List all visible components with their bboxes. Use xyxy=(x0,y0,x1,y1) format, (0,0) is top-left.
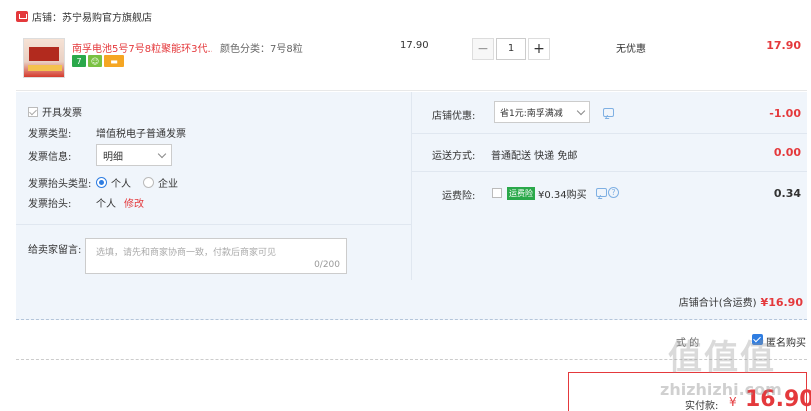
store-coupon-amount: -1.00 xyxy=(769,107,801,120)
store-name[interactable]: 店铺：苏宁易购官方旗舰店 xyxy=(32,9,152,24)
product-badges: 7 ☺ ▬ xyxy=(72,55,124,67)
chat-icon[interactable] xyxy=(596,188,607,197)
shipping-insurance-price: ¥0.34购买 xyxy=(538,190,587,201)
store-coupon-selected: 省1元:南孚满减 xyxy=(500,108,563,119)
radio-personal-label: 个人 xyxy=(111,179,131,190)
store-total-label: 店铺合计(含运费) xyxy=(678,298,757,309)
order-summary-section: 店铺优惠: 省1元:南孚满减 -1.00 运送方式: 普通配送 快递 免邮 0.… xyxy=(412,92,807,280)
invoice-type-value: 增值税电子普通发票 xyxy=(96,129,186,140)
unit-price: 17.90 xyxy=(400,40,429,51)
invoice-checkbox-label: 开具发票 xyxy=(42,108,82,119)
card-payment-badge: ▬ xyxy=(104,55,124,67)
store-coupon-row: 店铺优惠: 省1元:南孚满减 -1.00 xyxy=(412,92,807,134)
shipping-insurance-label: 运费险: xyxy=(442,191,476,202)
radio-company[interactable] xyxy=(143,177,154,188)
product-thumbnail[interactable] xyxy=(23,38,65,78)
invoice-toggle[interactable]: 开具发票 xyxy=(28,104,82,119)
checkout-footer: 式 的 匿名购买 实付款: ¥ 16.90 xyxy=(16,322,811,411)
footer-option-text: 式 的 xyxy=(676,338,700,349)
store-coupon-select[interactable]: 省1元:南孚满减 xyxy=(494,101,590,123)
payment-label: 实付款: xyxy=(685,401,719,411)
footer-divider xyxy=(16,359,807,360)
invoice-header-label: 发票抬头: xyxy=(28,199,72,210)
invoice-type-row: 发票类型: 增值税电子普通发票 xyxy=(28,125,186,140)
invoice-info-label: 发票信息: xyxy=(28,151,72,163)
seller-message-placeholder: 选填，请先和商家协商一致，付款后商家可见 xyxy=(96,248,277,258)
quantity-increase-button[interactable]: + xyxy=(528,38,550,60)
store-total: 店铺合计(含运费) ¥16.90 xyxy=(679,294,803,309)
shipping-amount: 0.00 xyxy=(773,146,801,159)
shipping-insurance-row: 运费险: 运费险 ¥0.34购买 ? 0.34 xyxy=(412,172,807,212)
order-options-panel: 开具发票 发票类型: 增值税电子普通发票 发票信息: 明细 发票抬头类型: 个人… xyxy=(16,92,807,320)
seven-day-return-badge: 7 xyxy=(72,55,86,67)
seller-message-input[interactable]: 选填，请先和商家协商一致，付款后商家可见 0/200 xyxy=(85,238,347,274)
invoice-info-row: 发票信息: 明细 xyxy=(28,144,172,166)
invoice-header-row: 发票抬头: 个人 修改 xyxy=(28,195,144,210)
product-spec: 颜色分类：7号8粒 xyxy=(220,44,303,55)
seller-message-label: 给卖家留言: xyxy=(28,245,82,256)
invoice-section: 开具发票 发票类型: 增值税电子普通发票 发票信息: 明细 发票抬头类型: 个人… xyxy=(16,92,412,280)
payment-currency: ¥ xyxy=(729,395,737,409)
shipping-row: 运送方式: 普通配送 快递 免邮 0.00 xyxy=(412,134,807,172)
store-total-amount: ¥16.90 xyxy=(760,296,803,309)
shipping-insurance-offer: 运费险 ¥0.34购买 xyxy=(507,186,587,201)
radio-personal[interactable] xyxy=(96,177,107,188)
quantity-input[interactable]: 1 xyxy=(496,38,526,60)
anonymous-purchase-label: 匿名购买 xyxy=(766,338,806,349)
header-type-company[interactable]: 企业 xyxy=(143,175,178,190)
shipping-label: 运送方式: xyxy=(432,151,476,162)
chat-icon[interactable] xyxy=(603,108,614,117)
invoice-header-value: 个人 xyxy=(96,199,116,210)
shipping-insurance-checkbox[interactable] xyxy=(492,188,502,198)
invoice-header-type-label: 发票抬头类型: xyxy=(28,179,92,190)
radio-company-label: 企业 xyxy=(158,179,178,190)
service-badge: ☺ xyxy=(88,55,102,67)
item-discount-note: 无优惠 xyxy=(616,44,646,55)
store-header: 店铺：苏宁易购官方旗舰店 xyxy=(16,6,152,26)
invoice-type-label: 发票类型: xyxy=(28,129,72,140)
cart-item-row: 南孚电池5号7号8粒聚能环3代... 7 ☺ ▬ 颜色分类：7号8粒 17.90… xyxy=(16,29,807,91)
seller-message-section: 给卖家留言: 选填，请先和商家协商一致，付款后商家可见 0/200 xyxy=(16,224,412,280)
invoice-info-select[interactable]: 明细 xyxy=(96,144,172,166)
shipping-insurance-amount: 0.34 xyxy=(773,187,801,200)
shipping-value: 普通配送 快递 免邮 xyxy=(491,151,578,162)
payment-summary-box: 实付款: ¥ 16.90 xyxy=(568,372,811,411)
header-type-personal[interactable]: 个人 xyxy=(96,175,131,190)
product-title[interactable]: 南孚电池5号7号8粒聚能环3代... xyxy=(72,40,212,55)
invoice-checkbox[interactable] xyxy=(28,106,38,117)
payment-amount: 16.90 xyxy=(745,387,811,411)
help-icon[interactable]: ? xyxy=(608,187,619,198)
shipping-insurance-tag: 运费险 xyxy=(507,187,535,200)
chevron-down-icon xyxy=(157,149,167,158)
anonymous-purchase-checkbox[interactable] xyxy=(752,334,763,345)
invoice-header-type-row: 发票抬头类型: 个人 企业 xyxy=(28,175,190,190)
store-coupon-label: 店铺优惠: xyxy=(432,111,476,122)
invoice-info-selected: 明细 xyxy=(103,151,123,163)
quantity-decrease-button[interactable]: − xyxy=(472,38,494,60)
store-icon xyxy=(16,10,28,22)
invoice-modify-link[interactable]: 修改 xyxy=(124,195,144,210)
chevron-down-icon xyxy=(576,106,586,115)
seller-message-counter: 0/200 xyxy=(314,260,340,270)
item-subtotal: 17.90 xyxy=(766,39,801,52)
quantity-stepper: − 1 + xyxy=(472,38,550,60)
